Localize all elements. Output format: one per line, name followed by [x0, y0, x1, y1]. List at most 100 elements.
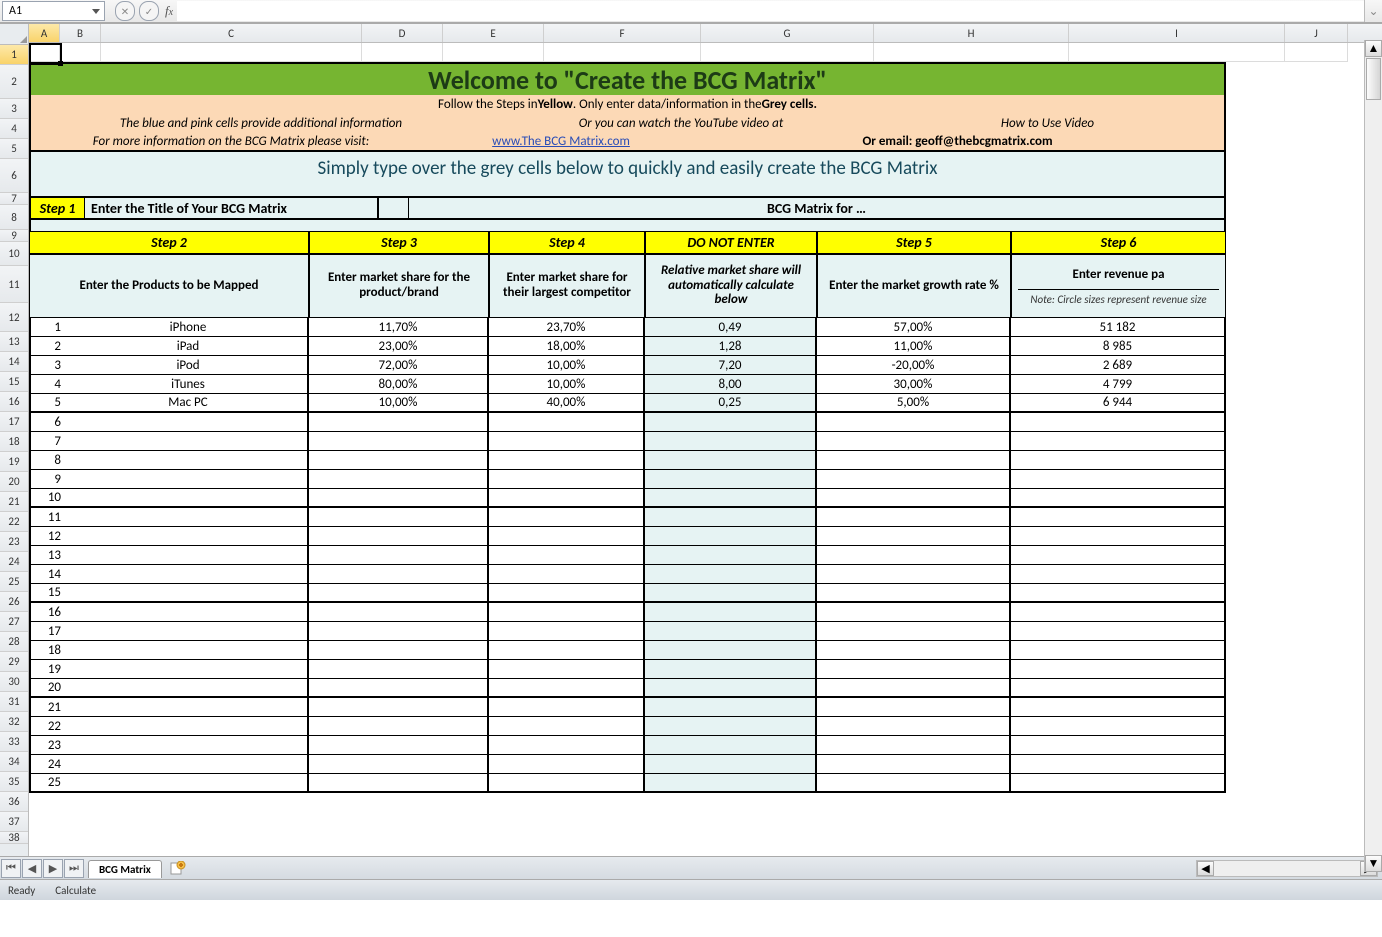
scroll-down-icon[interactable]: ▼ [1365, 855, 1382, 872]
column-header[interactable]: A [29, 24, 60, 42]
revenue-cell[interactable] [1011, 489, 1226, 508]
competitor-share-cell[interactable] [489, 508, 645, 527]
product-cell[interactable] [69, 679, 309, 698]
row-header[interactable]: 36 [0, 792, 28, 812]
row-header[interactable]: 28 [0, 632, 28, 652]
revenue-cell[interactable] [1011, 413, 1226, 432]
scroll-left-icon[interactable]: ◀ [1197, 861, 1214, 876]
revenue-cell[interactable] [1011, 508, 1226, 527]
revenue-cell[interactable]: 51 182 [1011, 318, 1226, 337]
row-header[interactable]: 24 [0, 552, 28, 572]
competitor-share-cell[interactable]: 23,70% [489, 318, 645, 337]
competitor-share-cell[interactable] [489, 679, 645, 698]
row-header[interactable]: 7 [0, 193, 28, 205]
last-sheet-icon[interactable]: ⏭ [64, 859, 84, 878]
revenue-cell[interactable] [1011, 622, 1226, 641]
product-cell[interactable]: iPhone [69, 318, 309, 337]
vertical-scrollbar[interactable]: ▲ ▼ [1364, 40, 1382, 872]
market-share-cell[interactable] [309, 546, 489, 565]
row-header[interactable]: 25 [0, 572, 28, 592]
sheet-tab[interactable]: BCG Matrix [88, 860, 162, 878]
row-header[interactable]: 8 [0, 205, 28, 230]
competitor-share-cell[interactable] [489, 717, 645, 736]
growth-cell[interactable] [817, 584, 1011, 603]
product-cell[interactable] [69, 755, 309, 774]
row-header[interactable]: 15 [0, 372, 28, 392]
product-cell[interactable] [69, 622, 309, 641]
revenue-cell[interactable] [1011, 584, 1226, 603]
row-header[interactable]: 18 [0, 432, 28, 452]
row-header[interactable]: 35 [0, 772, 28, 792]
revenue-cell[interactable] [1011, 717, 1226, 736]
step1-value[interactable]: BCG Matrix for … [409, 196, 1226, 220]
horizontal-scrollbar[interactable]: ◀ ▶ [1196, 860, 1378, 877]
row-header[interactable]: 17 [0, 412, 28, 432]
product-cell[interactable] [69, 432, 309, 451]
competitor-share-cell[interactable] [489, 413, 645, 432]
select-all-corner[interactable] [0, 24, 28, 45]
revenue-cell[interactable]: 8 985 [1011, 337, 1226, 356]
column-header[interactable]: B [60, 24, 101, 42]
growth-cell[interactable]: 30,00% [817, 375, 1011, 394]
competitor-share-cell[interactable]: 18,00% [489, 337, 645, 356]
competitor-share-cell[interactable] [489, 432, 645, 451]
row-header[interactable]: 10 [0, 242, 28, 266]
market-share-cell[interactable] [309, 527, 489, 546]
row-header[interactable]: 26 [0, 592, 28, 612]
product-cell[interactable] [69, 470, 309, 489]
market-share-cell[interactable] [309, 660, 489, 679]
product-cell[interactable] [69, 603, 309, 622]
market-share-cell[interactable] [309, 508, 489, 527]
column-header[interactable]: J [1285, 24, 1348, 42]
market-share-cell[interactable]: 23,00% [309, 337, 489, 356]
product-cell[interactable]: iPod [69, 356, 309, 375]
market-share-cell[interactable] [309, 584, 489, 603]
row-header[interactable]: 21 [0, 492, 28, 512]
row-header[interactable]: 30 [0, 672, 28, 692]
product-cell[interactable] [69, 717, 309, 736]
competitor-share-cell[interactable]: 10,00% [489, 356, 645, 375]
row-header[interactable]: 4 [0, 119, 28, 139]
new-sheet-icon[interactable] [168, 860, 188, 877]
competitor-share-cell[interactable] [489, 584, 645, 603]
growth-cell[interactable] [817, 641, 1011, 660]
product-cell[interactable]: iPad [69, 337, 309, 356]
growth-cell[interactable] [817, 755, 1011, 774]
row-header[interactable]: 37 [0, 812, 28, 832]
product-cell[interactable] [69, 641, 309, 660]
row-header[interactable]: 14 [0, 352, 28, 372]
row-header[interactable]: 22 [0, 512, 28, 532]
growth-cell[interactable] [817, 451, 1011, 470]
row-header[interactable]: 5 [0, 139, 28, 159]
revenue-cell[interactable] [1011, 565, 1226, 584]
formula-input[interactable] [177, 1, 1364, 21]
row-header[interactable]: 13 [0, 332, 28, 352]
row-header[interactable]: 12 [0, 303, 28, 332]
competitor-share-cell[interactable] [489, 736, 645, 755]
row-header[interactable]: 23 [0, 532, 28, 552]
market-share-cell[interactable] [309, 774, 489, 793]
row-header[interactable]: 9 [0, 230, 28, 242]
product-cell[interactable] [69, 508, 309, 527]
market-share-cell[interactable] [309, 565, 489, 584]
growth-cell[interactable] [817, 774, 1011, 793]
growth-cell[interactable] [817, 546, 1011, 565]
row-header[interactable]: 16 [0, 392, 28, 412]
revenue-cell[interactable] [1011, 774, 1226, 793]
growth-cell[interactable] [817, 413, 1011, 432]
product-cell[interactable] [69, 774, 309, 793]
market-share-cell[interactable] [309, 717, 489, 736]
growth-cell[interactable] [817, 489, 1011, 508]
market-share-cell[interactable] [309, 489, 489, 508]
competitor-share-cell[interactable] [489, 489, 645, 508]
scroll-thumb[interactable] [1366, 58, 1381, 100]
name-box[interactable]: A1 [2, 1, 105, 21]
market-share-cell[interactable] [309, 679, 489, 698]
competitor-share-cell[interactable] [489, 698, 645, 717]
revenue-cell[interactable] [1011, 736, 1226, 755]
website-link[interactable]: www.The BCG Matrix.com [492, 134, 630, 149]
competitor-share-cell[interactable] [489, 774, 645, 793]
column-header[interactable]: I [1069, 24, 1285, 42]
competitor-share-cell[interactable] [489, 660, 645, 679]
row-header[interactable]: 34 [0, 752, 28, 772]
